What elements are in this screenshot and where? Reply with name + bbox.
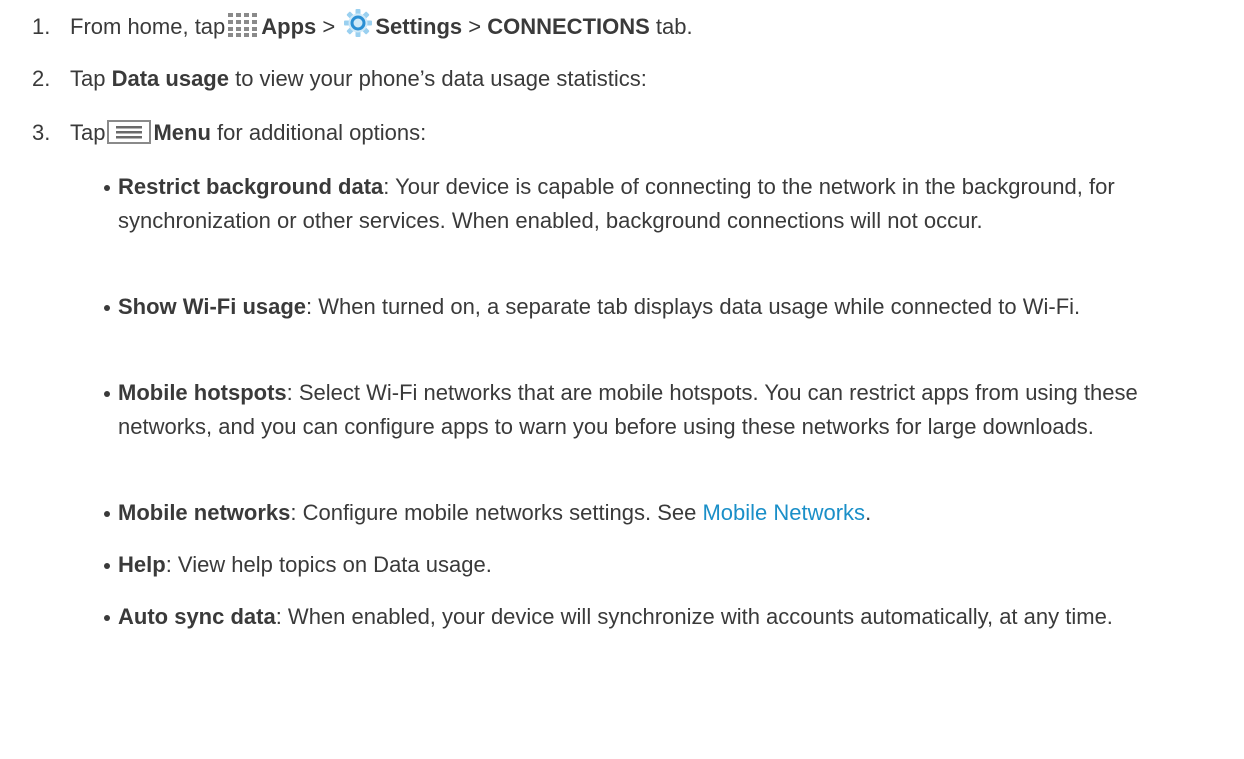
bullet-dot [104, 615, 110, 621]
option-term: Mobile hotspots [118, 380, 287, 405]
settings-label: Settings [375, 14, 463, 39]
step-number: 1. [32, 14, 51, 39]
apps-label: Apps [261, 14, 317, 39]
separator: > [316, 14, 342, 39]
option-desc-tail: . [865, 500, 872, 525]
separator: > [462, 14, 488, 39]
apps-grid-icon [227, 12, 259, 48]
bullet-dot [104, 391, 110, 397]
option-term: Restrict background data [118, 174, 384, 199]
option-term: Show Wi-Fi usage [118, 294, 307, 319]
option-term: Auto sync data [118, 604, 276, 629]
option-term: Help [118, 552, 166, 577]
list-item: Auto sync data: When enabled, your devic… [104, 600, 1208, 634]
step-3: 3. Tap Menu for additional options: [32, 116, 426, 154]
list-item: Mobile networks: Configure mobile networ… [104, 496, 1208, 530]
bullet-dot [104, 563, 110, 569]
list-item: Show Wi-Fi usage: When turned on, a sepa… [104, 290, 1208, 324]
settings-gear-icon [343, 8, 373, 48]
option-desc: : When turned on, a separate tab display… [306, 294, 1081, 319]
list-item: Mobile hotspots: Select Wi-Fi networks t… [104, 376, 1208, 444]
bullet-dot [104, 185, 110, 191]
list-item: Restrict background data: Your device is… [104, 170, 1208, 238]
step-text: for additional options: [210, 120, 427, 145]
list-item: Help: View help topics on Data usage. [104, 548, 1208, 582]
step-number: 3. [32, 120, 51, 145]
step-text: Tap [70, 66, 112, 91]
option-term: Mobile networks [118, 500, 291, 525]
bullet-dot [104, 305, 110, 311]
mobile-networks-link[interactable]: Mobile Networks [702, 500, 865, 525]
connections-label: CONNECTIONS [487, 14, 650, 39]
step-text: to view your phone’s data usage statisti… [228, 66, 647, 91]
option-desc: : Configure mobile networks settings. Se… [290, 500, 703, 525]
data-usage-label: Data usage [111, 66, 229, 91]
step-text: From home, tap [70, 14, 226, 39]
step-2: 2. Tap Data usage to view your phone’s da… [32, 62, 647, 96]
step-number: 2. [32, 66, 51, 91]
bullet-dot [104, 511, 110, 517]
menu-label: Menu [153, 120, 211, 145]
option-desc: : View help topics on Data usage. [165, 552, 492, 577]
step-1: 1. From home, tap Apps > Settings > CONN… [32, 8, 693, 48]
option-desc: : When enabled, your device will synchro… [275, 604, 1113, 629]
menu-icon [107, 120, 152, 154]
step-text: tab. [649, 14, 693, 39]
step-text: Tap [70, 120, 106, 145]
